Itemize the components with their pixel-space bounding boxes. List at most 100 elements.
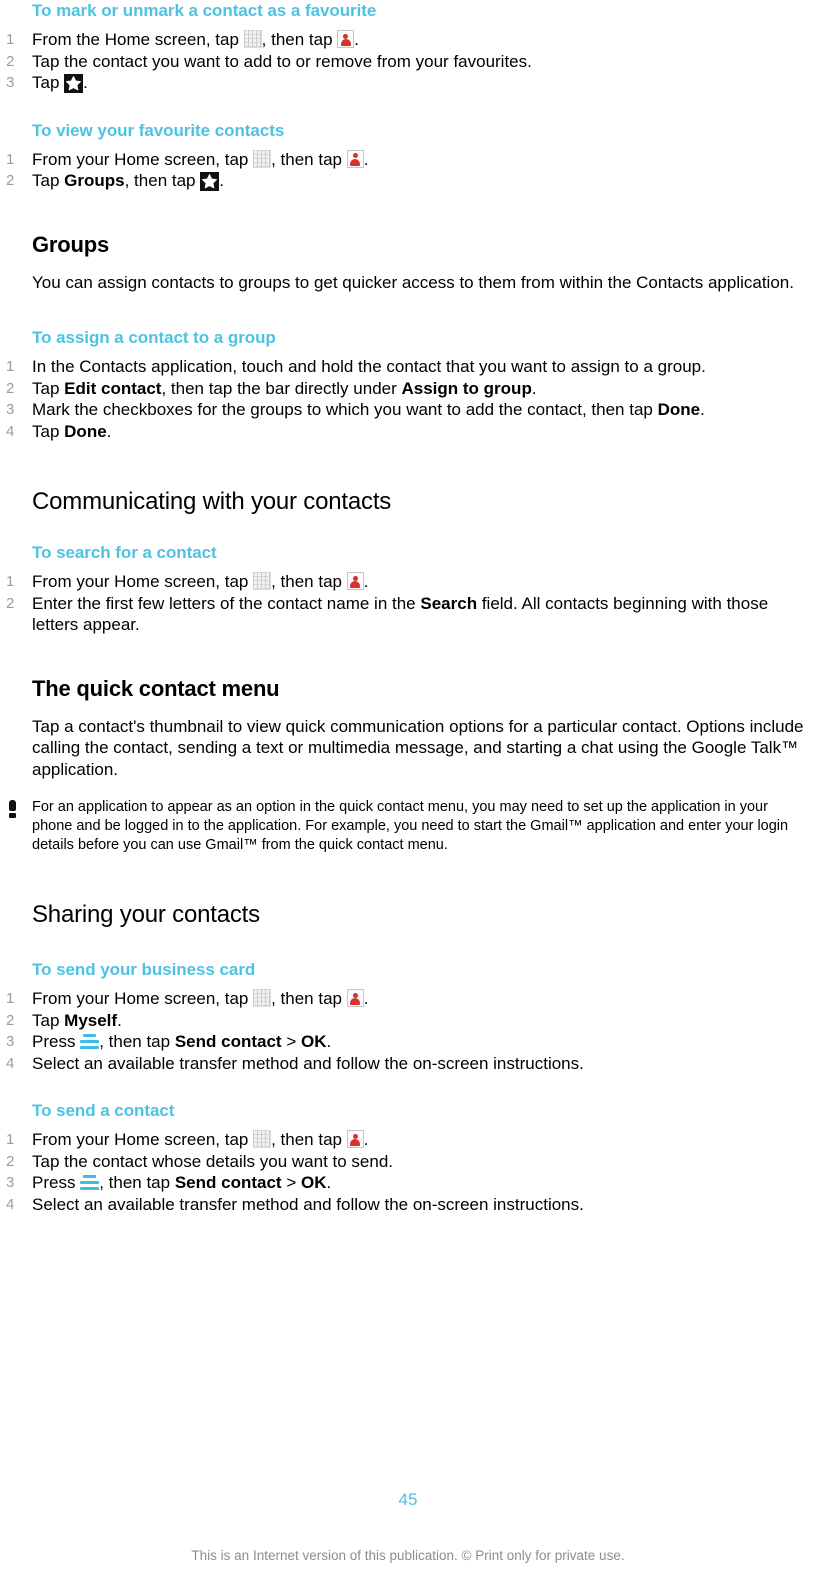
step-text: Tap the contact you want to add to or re… xyxy=(32,51,532,71)
step-text: . xyxy=(363,1130,369,1149)
step-text: Tap the contact whose details you want t… xyxy=(32,1151,394,1171)
step-text: Press xyxy=(32,1032,76,1051)
document-page: To mark or unmark a contact as a favouri… xyxy=(0,0,816,1590)
step-text: > xyxy=(286,1173,297,1192)
exclamation-icon xyxy=(6,800,20,820)
step-text: Mark the checkboxes for the groups to wh… xyxy=(32,400,653,419)
step-text: . xyxy=(363,149,369,169)
step-text: , then tap xyxy=(261,30,333,49)
steps-business-card: From your Home screen, tap , then tap . … xyxy=(0,988,806,1074)
step-text-bold: Send contact xyxy=(174,1173,282,1192)
step-item: Tap the contact whose details you want t… xyxy=(0,1151,806,1173)
step-text-bold: Done xyxy=(657,400,701,419)
step-text: . xyxy=(83,73,88,92)
section-heading-groups: Groups xyxy=(32,231,110,257)
step-item: Select an available transfer method and … xyxy=(0,1053,806,1075)
step-item: From your Home screen, tap , then tap . xyxy=(0,149,806,171)
section-heading-business-card: To send your business card xyxy=(32,960,256,979)
note-text: For an application to appear as an optio… xyxy=(32,799,789,853)
section-heading-search-contact: To search for a contact xyxy=(32,543,217,562)
step-item: From the Home screen, tap , then tap . xyxy=(0,29,806,51)
step-item: Tap Edit contact, then tap the bar direc… xyxy=(0,378,806,400)
app-grid-icon xyxy=(253,989,272,1007)
step-item: From your Home screen, tap , then tap . xyxy=(0,1129,806,1151)
step-text: . xyxy=(219,171,224,190)
step-text: Select an available transfer method and … xyxy=(32,1053,584,1073)
step-text: . xyxy=(326,1173,332,1192)
step-text-bold: OK xyxy=(300,1173,327,1192)
page-number: 45 xyxy=(398,1490,418,1509)
step-item: Tap Groups, then tap . xyxy=(0,170,806,192)
step-text: , then tap the bar directly under xyxy=(161,378,397,398)
section-heading-mark-favourite: To mark or unmark a contact as a favouri… xyxy=(32,1,377,20)
step-text: Tap xyxy=(32,73,60,92)
step-item: Tap the contact you want to add to or re… xyxy=(0,51,806,73)
app-grid-icon xyxy=(243,30,262,48)
steps-view-favourites: From your Home screen, tap , then tap . … xyxy=(0,149,806,192)
step-item: Enter the first few letters of the conta… xyxy=(0,593,806,636)
step-text: Tap xyxy=(32,421,60,441)
step-item: Tap Myself. xyxy=(0,1010,806,1032)
step-text: > xyxy=(286,1032,297,1051)
step-text: Tap xyxy=(32,171,60,190)
section-heading-send-contact: To send a contact xyxy=(32,1101,175,1120)
step-text: . xyxy=(363,572,369,591)
step-item: Mark the checkboxes for the groups to wh… xyxy=(0,399,806,421)
step-text-bold: Groups xyxy=(64,171,125,190)
step-text: Tap xyxy=(32,378,60,398)
section-heading-quick-contact-menu: The quick contact menu xyxy=(32,675,280,701)
step-text: , then tap xyxy=(124,171,196,190)
quick-contact-paragraph: Tap a contact's thumbnail to view quick … xyxy=(32,716,804,779)
contacts-icon xyxy=(337,30,355,48)
step-text: Press xyxy=(32,1173,76,1192)
step-text: From the Home screen, tap xyxy=(32,30,239,49)
step-text-bold: Done xyxy=(64,421,107,441)
step-text: From your Home screen, tap xyxy=(32,149,249,169)
section-heading-communicating: Communicating with your contacts xyxy=(32,488,392,515)
contacts-icon xyxy=(346,1130,364,1148)
footer-copyright-note: This is an Internet version of this publ… xyxy=(191,1548,625,1563)
menu-key-icon xyxy=(80,1175,100,1191)
step-text: . xyxy=(117,1010,122,1030)
steps-search-contact: From your Home screen, tap , then tap . … xyxy=(0,571,806,636)
section-heading-view-favourites: To view your favourite contacts xyxy=(32,120,285,140)
step-text-bold: Send contact xyxy=(174,1032,282,1051)
step-item: Select an available transfer method and … xyxy=(0,1194,806,1216)
step-text: , then tap xyxy=(99,1173,171,1192)
step-text: . xyxy=(326,1032,332,1051)
step-text: , then tap xyxy=(99,1032,171,1051)
step-text: . xyxy=(106,421,112,441)
step-text-bold: Edit contact xyxy=(64,378,162,398)
steps-send-contact: From your Home screen, tap , then tap . … xyxy=(0,1129,806,1215)
step-text: , then tap xyxy=(271,989,342,1008)
steps-mark-favourite: From the Home screen, tap , then tap . T… xyxy=(0,29,806,94)
step-text: . xyxy=(354,30,360,49)
step-item: From your Home screen, tap , then tap . xyxy=(0,571,806,593)
step-item: Press , then tap Send contact > OK. xyxy=(0,1172,806,1194)
section-heading-assign-group: To assign a contact to a group xyxy=(32,328,276,347)
step-text: , then tap xyxy=(271,1130,342,1149)
step-text: . xyxy=(531,378,537,398)
steps-assign-group: In the Contacts application, touch and h… xyxy=(0,356,806,442)
step-text: From your Home screen, tap xyxy=(32,989,249,1008)
step-text-bold: Assign to group xyxy=(401,378,532,398)
step-item: In the Contacts application, touch and h… xyxy=(0,356,806,378)
app-grid-icon xyxy=(253,1130,272,1148)
step-text: From your Home screen, tap xyxy=(32,1130,249,1149)
step-text: Select an available transfer method and … xyxy=(32,1194,584,1214)
